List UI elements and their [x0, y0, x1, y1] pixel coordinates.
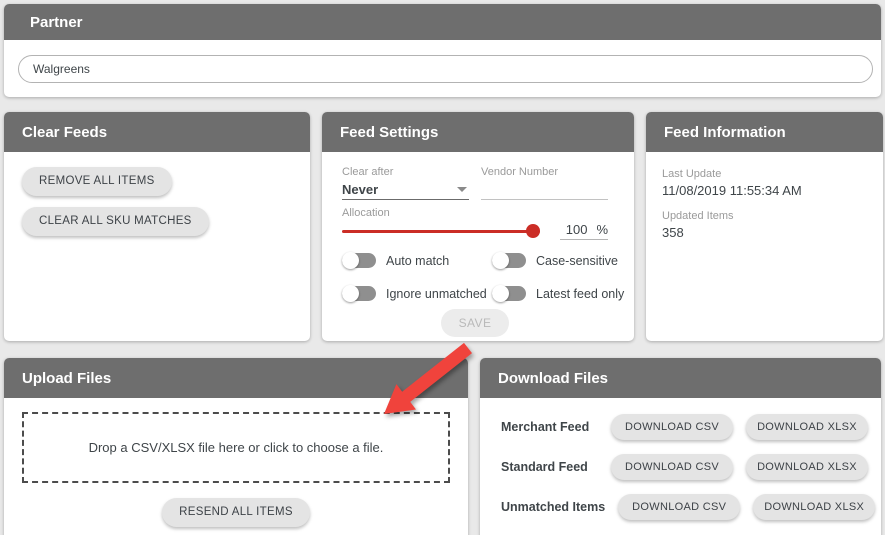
allocation-unit: %: [596, 222, 608, 237]
partner-input[interactable]: [18, 55, 873, 83]
standard-feed-download-csv-button[interactable]: DOWNLOAD CSV: [611, 454, 733, 480]
updated-items-label: Updated Items: [662, 210, 863, 222]
upload-files-panel: Upload Files Drop a CSV/XLSX file here o…: [4, 358, 468, 535]
partner-title: Partner: [30, 14, 83, 31]
vendor-number-input[interactable]: [481, 181, 608, 200]
allocation-value-field[interactable]: 100 %: [560, 222, 608, 240]
vendor-number-label: Vendor Number: [481, 166, 608, 178]
case-sensitive-toggle-item: Case-sensitive: [492, 253, 624, 268]
feed-settings-header: Feed Settings: [322, 112, 634, 152]
partner-panel-header: Partner: [4, 4, 881, 40]
auto-match-toggle[interactable]: [342, 253, 376, 268]
latest-feed-only-toggle-item: Latest feed only: [492, 286, 624, 301]
merchant-feed-download-xlsx-button[interactable]: DOWNLOAD XLSX: [746, 414, 868, 440]
auto-match-toggle-item: Auto match: [342, 253, 492, 268]
upload-files-title: Upload Files: [22, 370, 111, 387]
feed-settings-panel: Feed Settings Clear after Never Vendor N…: [322, 112, 634, 341]
standard-feed-label: Standard Feed: [501, 460, 598, 474]
case-sensitive-label: Case-sensitive: [536, 254, 618, 268]
resend-all-items-button[interactable]: RESEND ALL ITEMS: [162, 498, 310, 527]
feed-information-title: Feed Information: [664, 124, 786, 141]
dropzone-text: Drop a CSV/XLSX file here or click to ch…: [89, 440, 384, 455]
download-files-header: Download Files: [480, 358, 881, 398]
download-row-merchant-feed: Merchant Feed DOWNLOAD CSV DOWNLOAD XLSX: [501, 414, 868, 440]
download-files-panel: Download Files Merchant Feed DOWNLOAD CS…: [480, 358, 881, 535]
auto-match-label: Auto match: [386, 254, 449, 268]
clear-all-sku-matches-button[interactable]: CLEAR ALL SKU MATCHES: [22, 207, 209, 236]
allocation-label: Allocation: [342, 207, 608, 219]
clear-feeds-header: Clear Feeds: [4, 112, 310, 152]
merchant-feed-download-csv-button[interactable]: DOWNLOAD CSV: [611, 414, 733, 440]
allocation-slider[interactable]: [342, 230, 540, 233]
toggle-thumb: [492, 252, 509, 269]
feed-information-panel: Feed Information Last Update 11/08/2019 …: [646, 112, 883, 341]
unmatched-items-download-xlsx-button[interactable]: DOWNLOAD XLSX: [753, 494, 875, 520]
partner-panel: Partner: [4, 4, 881, 97]
download-files-title: Download Files: [498, 370, 608, 387]
toggle-thumb: [342, 285, 359, 302]
allocation-value: 100: [560, 222, 587, 237]
allocation-slider-thumb[interactable]: [526, 224, 540, 238]
standard-feed-download-xlsx-button[interactable]: DOWNLOAD XLSX: [746, 454, 868, 480]
merchant-feed-label: Merchant Feed: [501, 420, 598, 434]
clear-after-field: Clear after Never: [342, 166, 469, 200]
clear-after-value: Never: [342, 182, 378, 197]
toggle-thumb: [342, 252, 359, 269]
latest-feed-only-toggle[interactable]: [492, 286, 526, 301]
vendor-number-field: Vendor Number: [481, 166, 608, 200]
case-sensitive-toggle[interactable]: [492, 253, 526, 268]
ignore-unmatched-label: Ignore unmatched: [386, 287, 487, 301]
toggle-thumb: [492, 285, 509, 302]
chevron-down-icon: [457, 187, 467, 192]
clear-feeds-title: Clear Feeds: [22, 124, 107, 141]
last-update-value: 11/08/2019 11:55:34 AM: [662, 183, 863, 198]
upload-files-header: Upload Files: [4, 358, 468, 398]
file-dropzone[interactable]: Drop a CSV/XLSX file here or click to ch…: [22, 412, 450, 483]
ignore-unmatched-toggle-item: Ignore unmatched: [342, 286, 492, 301]
remove-all-items-button[interactable]: REMOVE ALL ITEMS: [22, 167, 172, 196]
last-update-label: Last Update: [662, 168, 863, 180]
unmatched-items-label: Unmatched Items: [501, 500, 605, 514]
clear-feeds-panel: Clear Feeds REMOVE ALL ITEMS CLEAR ALL S…: [4, 112, 310, 341]
unmatched-items-download-csv-button[interactable]: DOWNLOAD CSV: [618, 494, 740, 520]
clear-after-select[interactable]: Never: [342, 181, 469, 200]
feed-settings-title: Feed Settings: [340, 124, 438, 141]
updated-items-value: 358: [662, 225, 863, 240]
feed-information-header: Feed Information: [646, 112, 883, 152]
download-row-unmatched-items: Unmatched Items DOWNLOAD CSV DOWNLOAD XL…: [501, 494, 868, 520]
clear-after-label: Clear after: [342, 166, 469, 178]
latest-feed-only-label: Latest feed only: [536, 287, 624, 301]
ignore-unmatched-toggle[interactable]: [342, 286, 376, 301]
save-button[interactable]: SAVE: [441, 309, 510, 337]
download-row-standard-feed: Standard Feed DOWNLOAD CSV DOWNLOAD XLSX: [501, 454, 868, 480]
